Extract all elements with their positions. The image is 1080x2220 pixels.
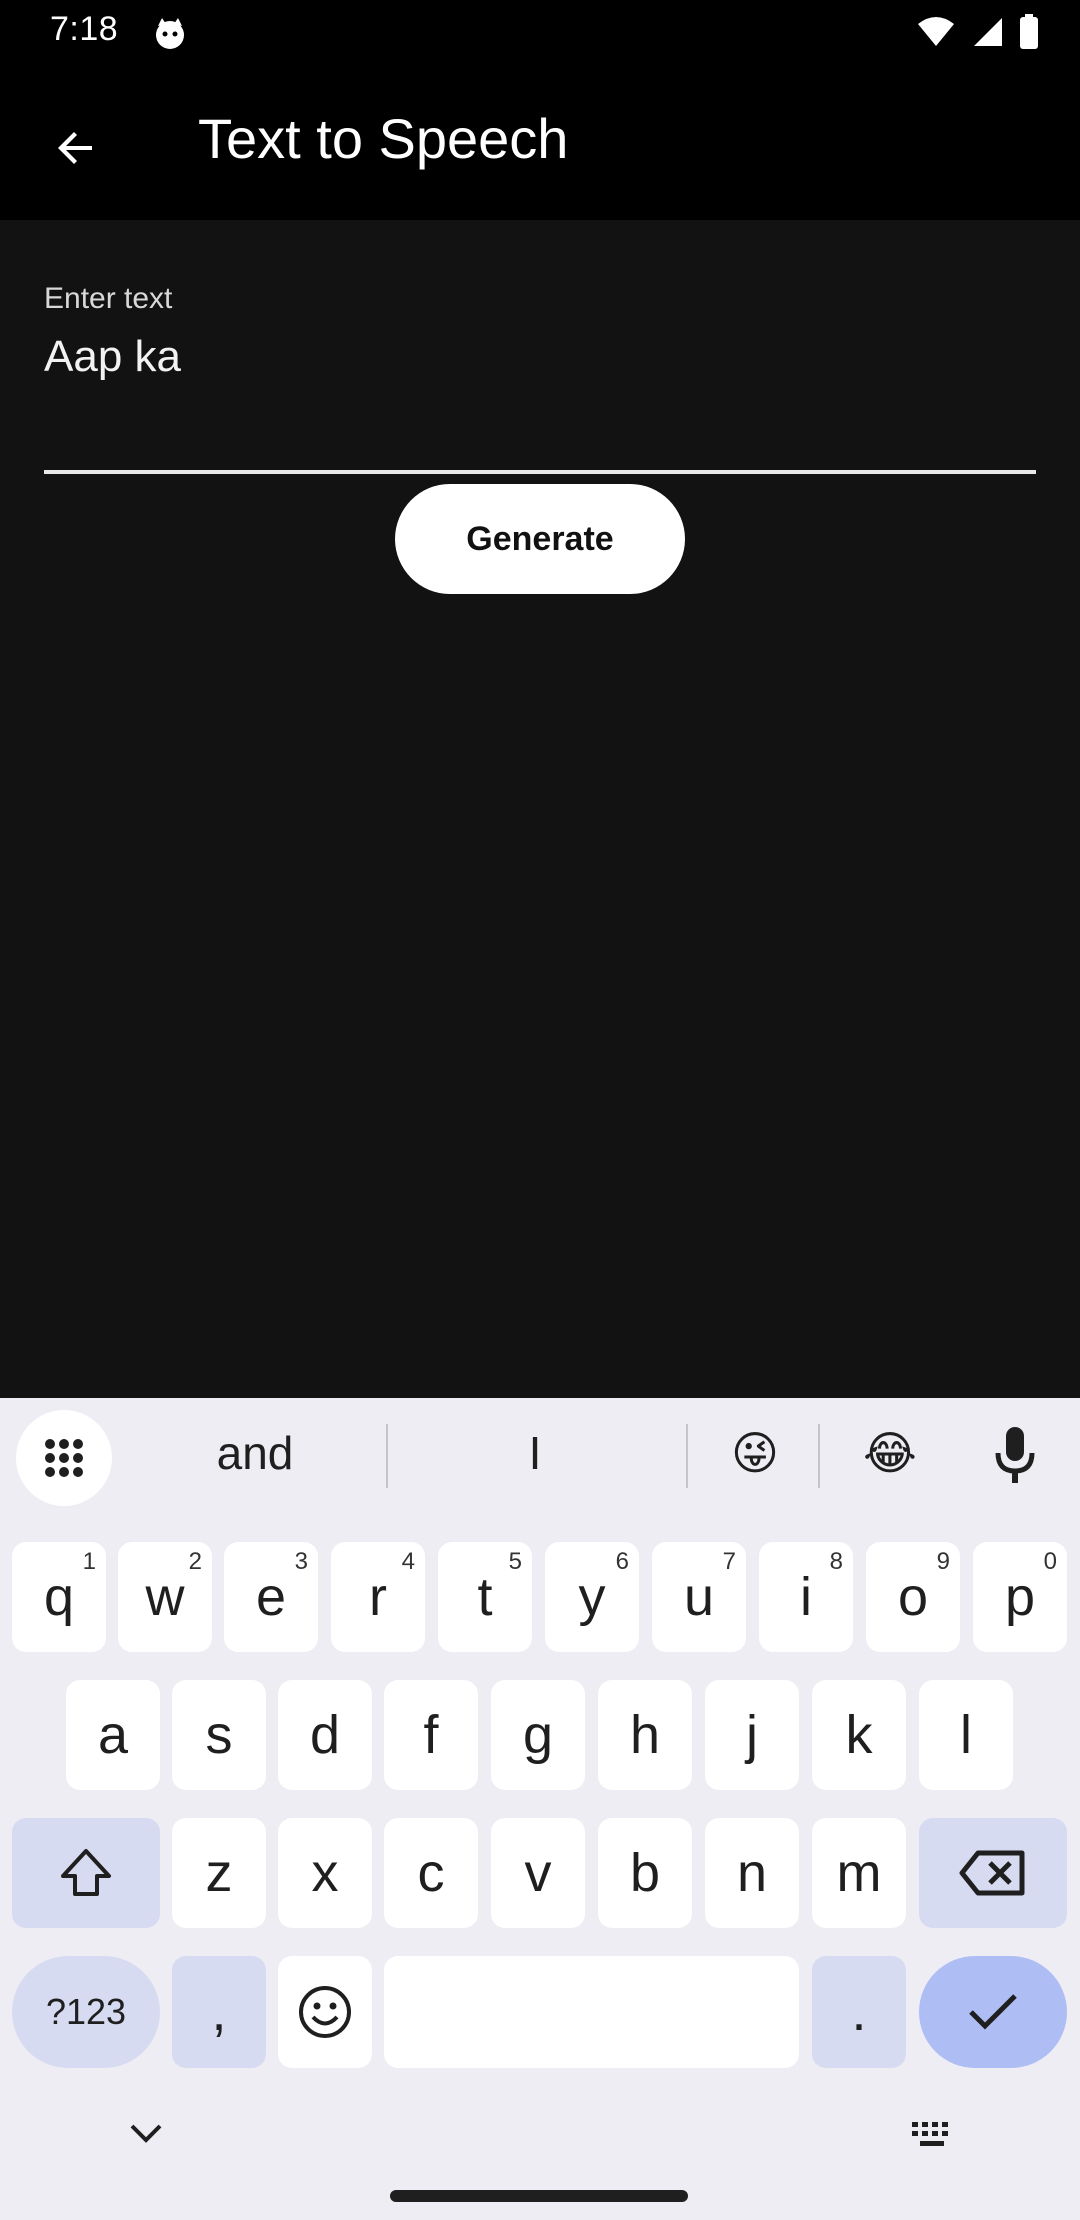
shift-icon: [61, 1849, 111, 1896]
key-m[interactable]: m: [812, 1818, 906, 1928]
key-l[interactable]: l: [919, 1680, 1013, 1790]
key-x[interactable]: x: [278, 1818, 372, 1928]
keyboard-bottom-bar: [0, 2100, 1080, 2220]
backspace-icon: [959, 1850, 1025, 1896]
suggestion-emoji-1[interactable]: 😜: [700, 1418, 810, 1488]
symbols-key[interactable]: ?123: [12, 1956, 160, 2068]
status-bar: 7:18: [0, 0, 1080, 66]
soft-keyboard: and I 😜 😂 q1 w2 e3 r4 t5 y6 u7 i8 o9 p0 …: [0, 1398, 1080, 2220]
suggestion-divider: [686, 1424, 688, 1488]
suggestion-bar: and I 😜 😂: [0, 1398, 1080, 1516]
check-icon: [969, 1994, 1017, 2030]
home-gesture-bar[interactable]: [390, 2190, 688, 2202]
key-r[interactable]: r4: [331, 1542, 425, 1652]
key-o[interactable]: o9: [866, 1542, 960, 1652]
key-b[interactable]: b: [598, 1818, 692, 1928]
keyboard-switch-icon[interactable]: [910, 2120, 954, 2150]
back-button[interactable]: [36, 108, 116, 188]
battery-icon: [1020, 14, 1038, 49]
key-c[interactable]: c: [384, 1818, 478, 1928]
arrow-back-icon: [58, 132, 92, 164]
page-title: Text to Speech: [198, 107, 569, 170]
key-s[interactable]: s: [172, 1680, 266, 1790]
text-input-field[interactable]: Enter text Aap ka: [44, 280, 1036, 474]
key-h[interactable]: h: [598, 1680, 692, 1790]
key-j[interactable]: j: [705, 1680, 799, 1790]
suggestion-2[interactable]: I: [400, 1418, 670, 1488]
key-q[interactable]: q1: [12, 1542, 106, 1652]
key-w[interactable]: w2: [118, 1542, 212, 1652]
app-bar: Text to Speech: [0, 66, 1080, 220]
key-d[interactable]: d: [278, 1680, 372, 1790]
cat-notification-icon: [156, 18, 184, 49]
key-k[interactable]: k: [812, 1680, 906, 1790]
text-input-underline: [44, 470, 1036, 474]
key-i[interactable]: i8: [759, 1542, 853, 1652]
suggestion-divider: [386, 1424, 388, 1488]
key-t[interactable]: t5: [438, 1542, 532, 1652]
period-key[interactable]: .: [812, 1956, 906, 2068]
comma-key[interactable]: ,: [172, 1956, 266, 2068]
space-key[interactable]: [384, 1956, 799, 2068]
status-time: 7:18: [50, 10, 119, 48]
keyboard-menu-button[interactable]: [16, 1410, 112, 1506]
key-y[interactable]: y6: [545, 1542, 639, 1652]
apps-grid-icon: [45, 1439, 83, 1477]
suggestion-emoji-2[interactable]: 😂: [830, 1418, 950, 1488]
key-g[interactable]: g: [491, 1680, 585, 1790]
main-content: Enter text Aap ka Generate: [0, 220, 1080, 1398]
text-input[interactable]: Aap ka: [44, 332, 181, 382]
wifi-icon: [918, 17, 954, 46]
signal-icon: [974, 18, 1002, 46]
key-z[interactable]: z: [172, 1818, 266, 1928]
key-p[interactable]: p0: [973, 1542, 1067, 1652]
text-input-label: Enter text: [44, 282, 173, 315]
key-e[interactable]: e3: [224, 1542, 318, 1652]
enter-key[interactable]: [919, 1956, 1067, 2068]
generate-button[interactable]: Generate: [395, 484, 685, 594]
hide-keyboard-chevron-icon[interactable]: [128, 2122, 164, 2146]
emoji-key[interactable]: [278, 1956, 372, 2068]
shift-key[interactable]: [12, 1818, 160, 1928]
key-a[interactable]: a: [66, 1680, 160, 1790]
key-f[interactable]: f: [384, 1680, 478, 1790]
microphone-icon: [995, 1427, 1035, 1483]
voice-input-button[interactable]: [980, 1420, 1050, 1490]
backspace-key[interactable]: [919, 1818, 1067, 1928]
suggestion-1[interactable]: and: [130, 1418, 380, 1488]
key-u[interactable]: u7: [652, 1542, 746, 1652]
suggestion-divider: [818, 1424, 820, 1488]
key-n[interactable]: n: [705, 1818, 799, 1928]
status-icons: [916, 14, 1040, 50]
smiley-icon: [299, 1986, 351, 2038]
key-v[interactable]: v: [491, 1818, 585, 1928]
